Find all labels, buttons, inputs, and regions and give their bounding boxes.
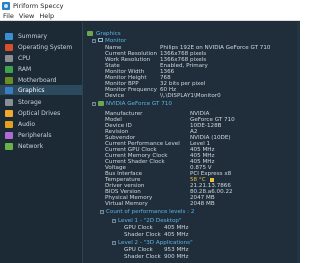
collapse-level-1-toggle[interactable]: – bbox=[112, 219, 116, 223]
sidebar-item-label: Summary bbox=[18, 32, 47, 40]
motherboard-icon bbox=[5, 76, 13, 84]
speccy-window: Piriform Speccy File View Help Summary Op… bbox=[0, 0, 300, 263]
collapse-level-2-toggle[interactable]: – bbox=[112, 241, 116, 245]
peripherals-icon bbox=[5, 131, 13, 139]
sidebar-item-label: CPU bbox=[18, 54, 31, 62]
sidebar-item-storage[interactable]: Storage bbox=[0, 97, 82, 107]
monitor-row-value: \\.\DISPLAY1\Monitor0 bbox=[160, 93, 221, 99]
perf-level-row-value: 953 MHz bbox=[164, 247, 189, 253]
temperature-indicator-icon bbox=[210, 178, 214, 182]
perf-level-row-value: 405 MHz bbox=[164, 232, 189, 238]
window-title: Piriform Speccy bbox=[13, 1, 64, 10]
storage-icon bbox=[5, 98, 13, 106]
perf-level-row-label: Shader Clock bbox=[124, 232, 161, 238]
collapse-perf-levels-toggle[interactable]: – bbox=[100, 210, 104, 214]
gpu-icon bbox=[98, 101, 104, 106]
sidebar-item-network[interactable]: Network bbox=[0, 141, 82, 151]
cpu-icon bbox=[5, 54, 13, 62]
sidebar-item-label: Operating System bbox=[18, 43, 73, 51]
sidebar-item-optical-drives[interactable]: Optical Drives bbox=[0, 108, 82, 118]
optical-drive-icon bbox=[5, 109, 13, 117]
sidebar-item-label: Network bbox=[18, 142, 44, 150]
collapse-gpu-toggle[interactable]: – bbox=[92, 102, 96, 106]
sidebar-item-label: Optical Drives bbox=[18, 109, 61, 117]
perf-levels-header: Count of performance levels : 2 bbox=[106, 209, 195, 215]
sidebar-item-cpu[interactable]: CPU bbox=[0, 53, 82, 63]
menu-file[interactable]: File bbox=[3, 12, 14, 20]
gpu-row-label: Virtual Memory bbox=[105, 201, 148, 207]
menu-view[interactable]: View bbox=[19, 12, 34, 20]
perf-level-row-label: Shader Clock bbox=[124, 254, 161, 260]
graphics-icon bbox=[87, 31, 93, 36]
summary-icon bbox=[5, 32, 13, 40]
sidebar-item-summary[interactable]: Summary bbox=[0, 31, 82, 41]
sidebar-item-graphics[interactable]: Graphics bbox=[0, 85, 82, 95]
menu-help[interactable]: Help bbox=[39, 12, 54, 20]
perf-level-row-label: GPU Clock bbox=[124, 225, 153, 231]
monitor-row-label: Device bbox=[105, 93, 125, 99]
sidebar-item-motherboard[interactable]: Motherboard bbox=[0, 75, 82, 85]
sidebar-item-label: Audio bbox=[18, 120, 36, 128]
sidebar-item-audio[interactable]: Audio bbox=[0, 119, 82, 129]
graphics-details-panel: Graphics – Monitor Name Philips 192E on NVID… bbox=[84, 22, 300, 263]
monitor-header: Monitor bbox=[105, 38, 127, 44]
gpu-header: NVIDIA GeForce GT 710 bbox=[106, 101, 172, 107]
scrollbar[interactable] bbox=[297, 22, 300, 263]
perf-level-row-value: 900 MHz bbox=[164, 254, 189, 260]
graphics-header: Graphics bbox=[96, 31, 121, 37]
sidebar-item-label: RAM bbox=[18, 65, 32, 73]
gpu-row-value: 2048 MB bbox=[190, 201, 215, 207]
perf-level-title: Level 1 - "2D Desktop" bbox=[118, 218, 182, 224]
graphics-icon bbox=[5, 86, 13, 94]
sidebar-item-operating-system[interactable]: Operating System bbox=[0, 42, 82, 52]
audio-icon bbox=[5, 120, 13, 128]
sidebar-item-label: Graphics bbox=[18, 86, 45, 94]
sidebar: Summary Operating System CPU RAM Motherboard… bbox=[0, 22, 83, 263]
perf-level-title: Level 2 - "3D Applications" bbox=[118, 240, 193, 246]
ram-icon bbox=[5, 65, 13, 73]
speccy-app-icon bbox=[2, 1, 10, 10]
network-icon bbox=[5, 142, 13, 150]
windows-icon bbox=[5, 43, 13, 51]
perf-level-row-value: 405 MHz bbox=[164, 225, 189, 231]
collapse-monitor-toggle[interactable]: – bbox=[92, 39, 96, 43]
title-bar: Piriform Speccy bbox=[0, 0, 300, 11]
sidebar-item-peripherals[interactable]: Peripherals bbox=[0, 130, 82, 140]
menu-bar: File View Help bbox=[0, 11, 300, 21]
sidebar-item-ram[interactable]: RAM bbox=[0, 64, 82, 74]
sidebar-item-label: Peripherals bbox=[18, 131, 52, 139]
monitor-icon bbox=[98, 38, 103, 42]
perf-level-row-label: GPU Clock bbox=[124, 247, 153, 253]
sidebar-item-label: Motherboard bbox=[18, 76, 57, 84]
sidebar-item-label: Storage bbox=[18, 98, 42, 106]
